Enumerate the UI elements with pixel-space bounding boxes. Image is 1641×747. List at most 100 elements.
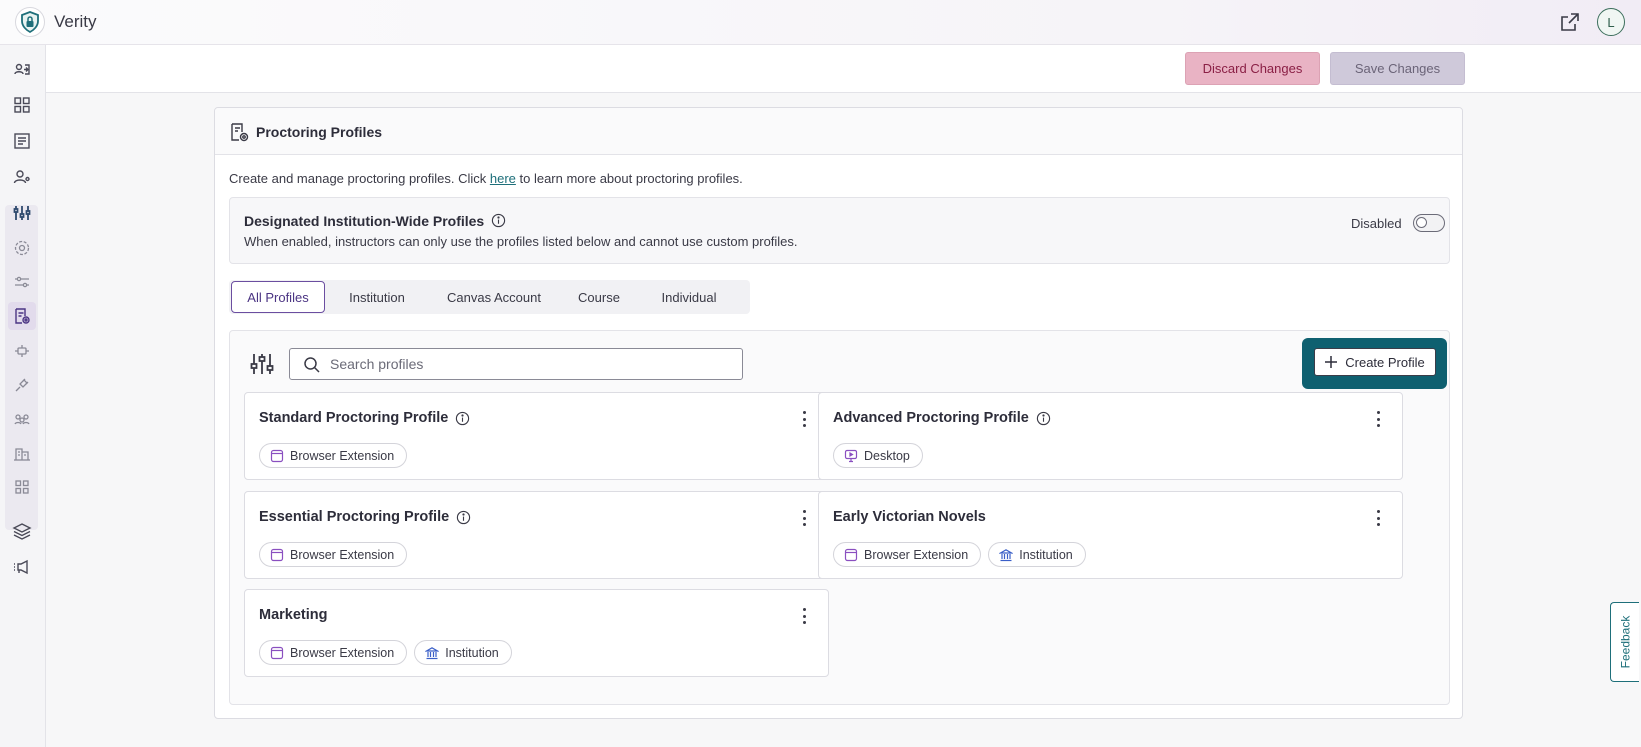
info-icon[interactable] (491, 213, 506, 228)
institution-icon (999, 548, 1014, 561)
info-icon[interactable] (455, 411, 470, 426)
filter-sliders-icon[interactable] (249, 351, 275, 377)
create-profile-highlight: Create Profile (1302, 338, 1447, 389)
designated-profiles-toggle[interactable] (1413, 214, 1445, 232)
profile-more-menu[interactable] (800, 508, 808, 528)
profile-card[interactable]: Marketing Browser Extension Institution (244, 589, 829, 677)
tag-browser-extension: Browser Extension (833, 542, 982, 567)
learn-more-link[interactable]: here (490, 171, 516, 186)
profile-card[interactable]: Standard Proctoring Profile Browser Exte… (244, 392, 829, 480)
gear-icon (14, 240, 30, 256)
feedback-label: Feedback (1618, 615, 1633, 669)
info-icon[interactable] (1036, 411, 1051, 426)
app-title: Verity (54, 12, 97, 31)
tab-course[interactable]: Course (565, 281, 633, 313)
profile-tags: Browser Extension (259, 542, 408, 567)
profile-tags: Desktop (833, 443, 923, 468)
sidebar-item-user-switch[interactable] (8, 55, 36, 83)
save-changes-button[interactable]: Save Changes (1330, 52, 1465, 85)
profile-title: Marketing (259, 607, 328, 623)
group-icon (14, 414, 30, 425)
designated-profiles-title: Designated Institution-Wide Profiles (244, 213, 485, 229)
create-profile-button[interactable]: Create Profile (1314, 348, 1436, 376)
profile-more-menu[interactable] (1374, 508, 1382, 528)
profile-tags: Browser Extension Institution (833, 542, 1086, 567)
card-header: Proctoring Profiles (215, 108, 1462, 155)
profile-tabs: All Profiles Institution Canvas Account … (229, 280, 750, 314)
reports-icon (14, 133, 30, 149)
verity-logo[interactable] (15, 7, 45, 37)
designated-profiles-description: When enabled, instructors can only use t… (244, 234, 798, 249)
sidebar-item-groups[interactable] (8, 405, 36, 433)
sliders-icon (13, 206, 31, 220)
tag-browser-extension: Browser Extension (259, 640, 408, 665)
profile-card[interactable]: Early Victorian Novels Browser Extension… (818, 491, 1403, 579)
profile-more-menu[interactable] (1374, 409, 1382, 429)
profile-more-menu[interactable] (800, 409, 808, 429)
sidebar-item-settings[interactable] (8, 234, 36, 262)
sidebar-item-integrations[interactable] (8, 337, 36, 365)
tab-individual[interactable]: Individual (639, 281, 739, 313)
tag-label: Desktop (864, 448, 910, 463)
dashboard-grid-icon (14, 97, 30, 113)
top-bar: Verity L (0, 0, 1641, 45)
profile-more-menu[interactable] (800, 606, 808, 626)
intro-text-start: Create and manage proctoring profiles. C… (229, 171, 490, 186)
user-switch-icon (14, 63, 30, 75)
layers-icon (12, 523, 32, 540)
tag-label: Browser Extension (290, 547, 395, 562)
search-icon (304, 357, 320, 373)
tab-all-profiles[interactable]: All Profiles (231, 281, 325, 313)
institution-icon (14, 448, 30, 461)
sidebar-item-proctoring-profiles[interactable] (8, 302, 36, 330)
profile-name: Standard Proctoring Profile (259, 410, 449, 426)
intro-text-end: to learn more about proctoring profiles. (515, 171, 743, 186)
plus-icon (1325, 356, 1338, 368)
profile-title: Early Victorian Novels (833, 509, 986, 525)
tab-institution[interactable]: Institution (332, 281, 422, 313)
designated-profiles-panel: Designated Institution-Wide Profiles Whe… (229, 197, 1450, 264)
external-link-icon[interactable] (1558, 10, 1582, 34)
tag-label: Browser Extension (290, 645, 395, 660)
proctoring-profiles-icon (231, 123, 249, 142)
profile-tags: Browser Extension Institution (259, 640, 512, 665)
sidebar-item-announcements[interactable] (8, 553, 36, 581)
tab-canvas-account[interactable]: Canvas Account (429, 281, 559, 313)
apps-icon (15, 480, 29, 494)
sidebar-item-filters[interactable] (8, 268, 36, 296)
profile-name: Early Victorian Novels (833, 509, 986, 525)
profile-card[interactable]: Essential Proctoring Profile Browser Ext… (244, 491, 829, 579)
info-icon[interactable] (456, 510, 471, 525)
profile-tags: Browser Extension (259, 443, 408, 468)
profile-name: Advanced Proctoring Profile (833, 410, 1029, 426)
sidebar-item-user-search[interactable] (8, 163, 36, 191)
profile-card[interactable]: Advanced Proctoring Profile Desktop (818, 392, 1403, 480)
tag-browser-extension: Browser Extension (259, 542, 408, 567)
announcements-icon (14, 559, 28, 575)
page-title: Proctoring Profiles (256, 124, 383, 140)
intro-text: Create and manage proctoring profiles. C… (229, 171, 743, 186)
institution-icon (425, 646, 440, 659)
sidebar-item-apps[interactable] (8, 473, 36, 501)
sidebar-item-controls[interactable] (8, 199, 36, 227)
feedback-tab[interactable]: Feedback (1610, 602, 1639, 682)
sidebar-item-plugins[interactable] (8, 371, 36, 399)
sidebar-item-layers[interactable] (8, 517, 36, 545)
profile-title: Essential Proctoring Profile (259, 509, 471, 525)
toggle-status-label: Disabled (1351, 216, 1402, 231)
discard-changes-button[interactable]: Discard Changes (1185, 52, 1320, 85)
sidebar-item-dashboard[interactable] (8, 91, 36, 119)
browser-extension-icon (844, 548, 858, 561)
profile-name: Marketing (259, 607, 328, 623)
desktop-icon (844, 449, 858, 462)
sidebar-item-institution[interactable] (8, 439, 36, 467)
search-input[interactable] (330, 354, 730, 374)
integrations-icon (15, 345, 29, 357)
user-avatar[interactable]: L (1597, 8, 1625, 36)
tag-institution: Institution (988, 542, 1086, 567)
sidebar-item-reports[interactable] (8, 127, 36, 155)
create-profile-label: Create Profile (1345, 354, 1425, 370)
user-search-icon (13, 170, 30, 184)
tag-desktop: Desktop (833, 443, 923, 468)
tag-label: Institution (445, 645, 499, 660)
